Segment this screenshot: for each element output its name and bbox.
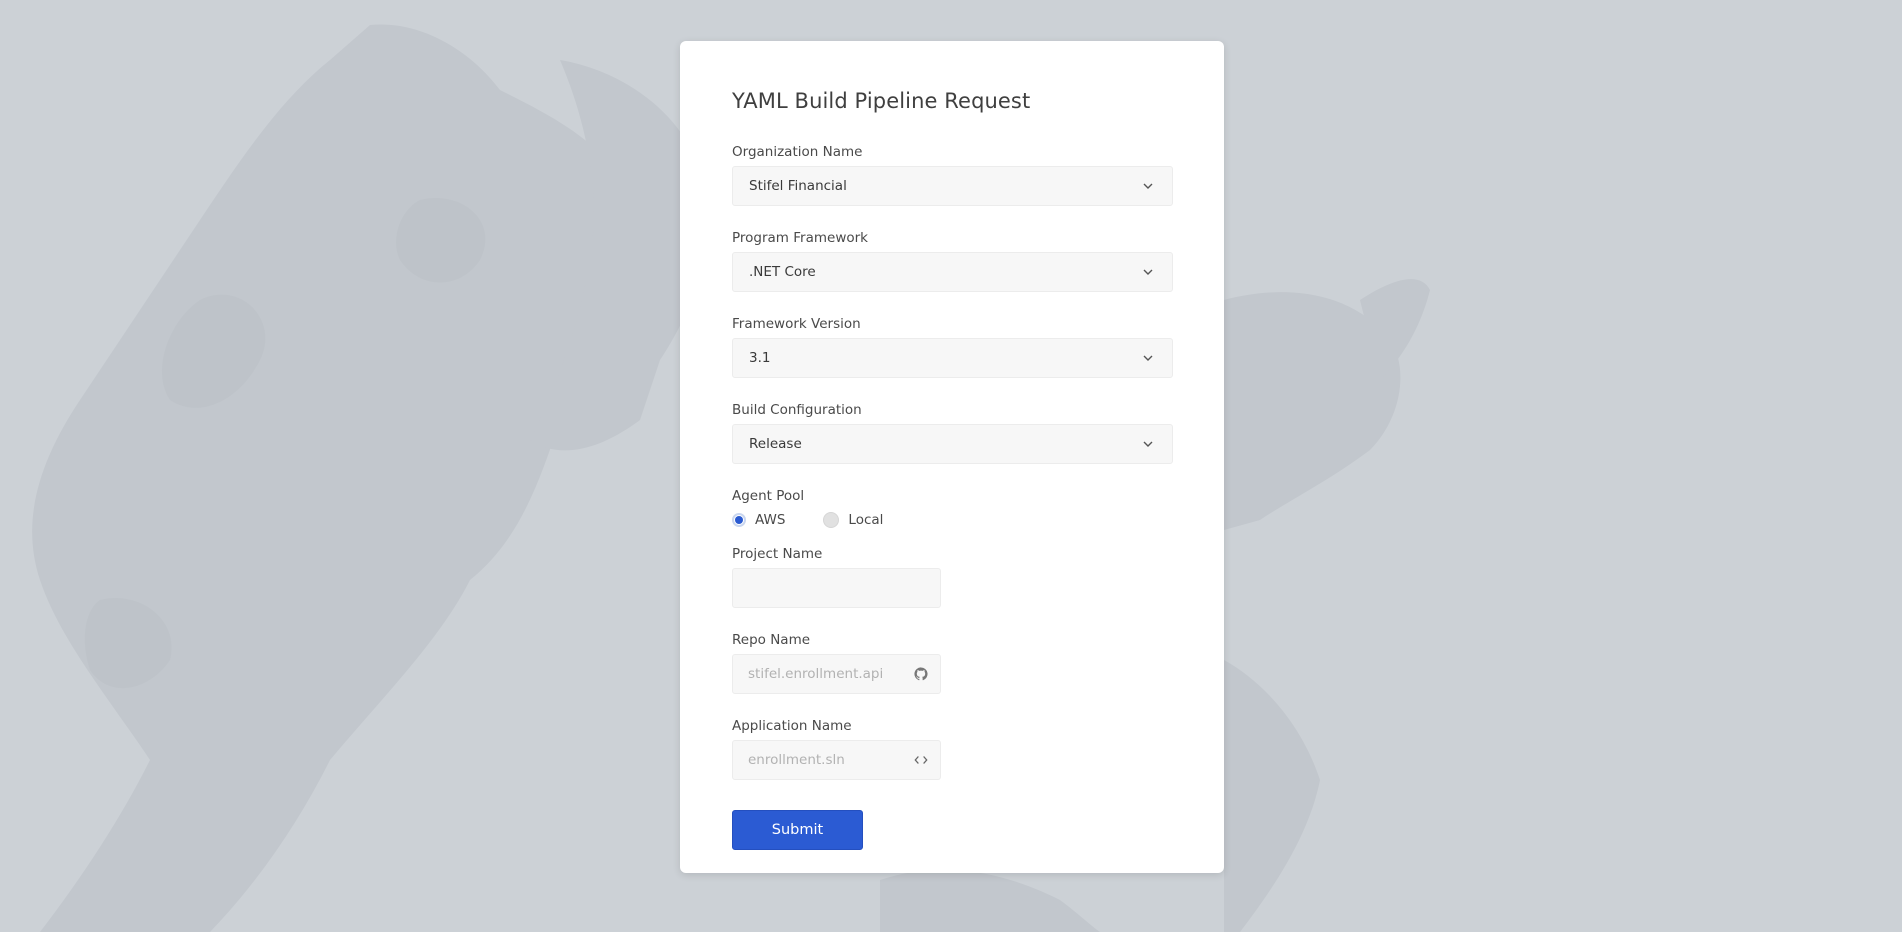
chevron-down-icon <box>1143 183 1153 189</box>
organization-select[interactable]: Stifel Financial <box>732 166 1173 206</box>
build-config-field: Build Configuration Release <box>732 402 1173 464</box>
radio-unselected-icon <box>823 512 840 528</box>
pipeline-request-card: YAML Build Pipeline Request Organization… <box>680 41 1224 873</box>
repo-name-label: Repo Name <box>732 632 811 648</box>
app-name-placeholder: enrollment.sln <box>748 752 845 768</box>
build-config-value: Release <box>749 436 802 452</box>
chevron-down-icon <box>1143 269 1153 275</box>
radio-selected-icon <box>732 513 746 527</box>
agent-pool-radio-group: AWS Local <box>732 510 1172 530</box>
chevron-down-icon <box>1143 441 1153 447</box>
agent-pool-aws-label: AWS <box>755 512 786 528</box>
agent-pool-local-radio[interactable]: Local <box>823 512 883 528</box>
project-name-input[interactable] <box>732 568 941 608</box>
framework-select[interactable]: .NET Core <box>732 252 1173 292</box>
framework-value: .NET Core <box>749 264 816 280</box>
version-value: 3.1 <box>749 350 771 366</box>
agent-pool-local-label: Local <box>848 512 884 528</box>
form-title: YAML Build Pipeline Request <box>732 89 1031 113</box>
repo-name-field: Repo Name stifel.enrollment.api <box>732 632 1172 694</box>
chevron-down-icon <box>1143 355 1153 361</box>
agent-pool-field: Agent Pool AWS Local <box>732 488 1172 530</box>
app-name-label: Application Name <box>732 718 852 734</box>
version-field: Framework Version 3.1 <box>732 316 1173 378</box>
version-label: Framework Version <box>732 316 861 332</box>
agent-pool-aws-radio[interactable]: AWS <box>732 512 785 528</box>
app-name-field: Application Name enrollment.sln <box>732 718 1172 780</box>
submit-button[interactable]: Submit <box>732 810 863 850</box>
organization-value: Stifel Financial <box>749 178 847 194</box>
github-icon <box>914 667 928 681</box>
repo-name-placeholder: stifel.enrollment.api <box>748 666 884 682</box>
framework-label: Program Framework <box>732 230 868 246</box>
app-name-input[interactable]: enrollment.sln <box>732 740 941 780</box>
code-icon <box>914 756 928 764</box>
build-config-select[interactable]: Release <box>732 424 1173 464</box>
project-name-label: Project Name <box>732 546 823 562</box>
agent-pool-label: Agent Pool <box>732 488 805 504</box>
organization-field: Organization Name Stifel Financial <box>732 144 1173 206</box>
organization-label: Organization Name <box>732 144 863 160</box>
build-config-label: Build Configuration <box>732 402 862 418</box>
version-select[interactable]: 3.1 <box>732 338 1173 378</box>
repo-name-input[interactable]: stifel.enrollment.api <box>732 654 941 694</box>
framework-field: Program Framework .NET Core <box>732 230 1173 292</box>
project-name-field: Project Name <box>732 546 1172 608</box>
